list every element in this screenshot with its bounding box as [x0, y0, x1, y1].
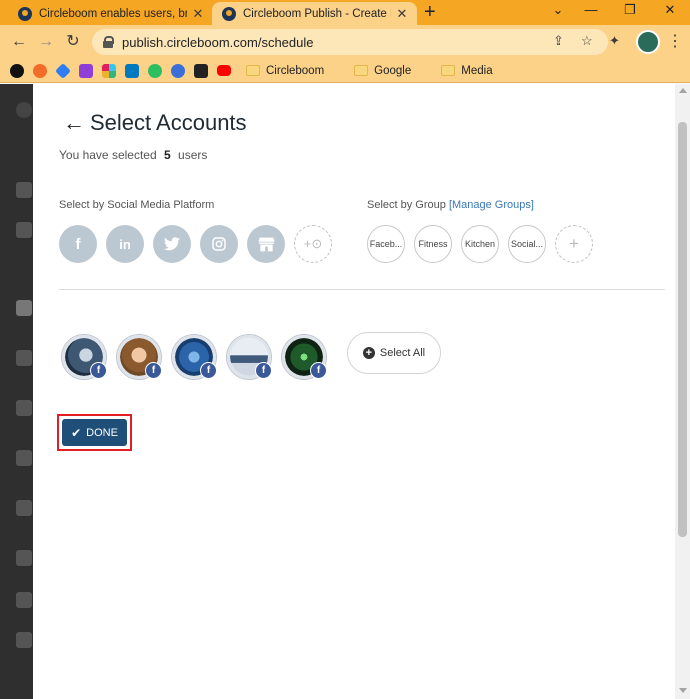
facebook-icon[interactable]: f — [59, 225, 97, 263]
instagram-icon[interactable] — [200, 225, 238, 263]
facebook-badge-icon: f — [145, 362, 162, 379]
circleboom-favicon-icon — [18, 6, 32, 21]
selected-count: 5 — [163, 148, 171, 162]
close-tab-icon[interactable]: ✕ — [395, 6, 409, 22]
chrome-menu-icon[interactable]: ⋮ — [667, 31, 683, 53]
sidebar-settings-icon[interactable] — [16, 550, 32, 566]
bookmark-folder-circleboom[interactable]: Circleboom — [246, 65, 324, 77]
share-icon[interactable]: ⇪ — [553, 33, 564, 49]
section-divider — [59, 289, 665, 290]
app-sidebar — [0, 84, 33, 699]
select-all-button[interactable]: + Select All — [347, 332, 441, 374]
group-facebook[interactable]: Faceb... — [367, 225, 405, 263]
linkedin-icon[interactable]: in — [106, 225, 144, 263]
facebook-badge-icon: f — [255, 362, 272, 379]
bookmark-diamond-icon[interactable] — [55, 62, 71, 79]
bookmark-s-icon[interactable] — [194, 63, 208, 78]
manage-groups-link[interactable]: [Manage Groups] — [449, 199, 534, 211]
select-accounts-modal — [33, 84, 675, 699]
bookmark-trello-icon[interactable] — [125, 63, 139, 78]
sidebar-edit-icon[interactable] — [16, 300, 32, 316]
sidebar-gear-icon[interactable] — [16, 222, 32, 238]
sidebar-power-icon[interactable] — [16, 632, 32, 648]
new-tab-button[interactable]: + — [424, 1, 436, 23]
bookmark-github-icon[interactable] — [10, 63, 24, 78]
sidebar-link-icon[interactable] — [16, 500, 32, 516]
minimize-window-icon[interactable]: — — [571, 0, 611, 22]
selected-count-text: You have selected 5 users — [59, 148, 208, 162]
restore-window-icon[interactable]: ❐ — [610, 0, 650, 22]
profile-avatar[interactable] — [636, 30, 660, 54]
bookmark-youtube-icon[interactable] — [217, 65, 231, 76]
address-bar[interactable]: publish.circleboom.com/schedule — [92, 29, 608, 55]
sidebar-dashboard-icon[interactable] — [16, 182, 32, 198]
facebook-badge-icon: f — [90, 362, 107, 379]
group-kitchen[interactable]: Kitchen — [461, 225, 499, 263]
bookmark-star-icon[interactable]: ☆ — [581, 33, 593, 49]
back-arrow-icon[interactable]: ← — [63, 112, 85, 134]
modal-scrollbar[interactable] — [675, 84, 690, 699]
bookmarks-bar: Circleboom Google Media — [0, 59, 690, 83]
group-fitness[interactable]: Fitness — [414, 225, 452, 263]
lock-icon — [102, 36, 114, 48]
group-social[interactable]: Social... — [508, 225, 546, 263]
bookmark-evernote-icon[interactable] — [148, 63, 162, 78]
bookmark-slack-icon[interactable] — [102, 63, 116, 78]
sidebar-rss-icon[interactable] — [16, 400, 32, 416]
bookmark-folder-media[interactable]: Media — [441, 65, 493, 77]
bookmark-purple-icon[interactable] — [79, 63, 93, 78]
folder-icon — [441, 65, 456, 76]
sidebar-calendar-icon[interactable] — [16, 350, 32, 366]
browser-tab-strip: Circleboom enables users, brand ✕ Circle… — [0, 0, 690, 25]
group-section-label: Select by Group [Manage Groups] — [367, 199, 534, 211]
folder-icon — [354, 65, 369, 76]
bookmark-app-icon[interactable] — [33, 63, 47, 78]
platform-section-label: Select by Social Media Platform — [59, 199, 215, 211]
forward-arrow-icon[interactable]: → — [35, 31, 57, 53]
facebook-badge-icon: f — [200, 362, 217, 379]
checkmark-icon: ✔ — [71, 425, 82, 440]
app-logo-icon — [16, 102, 32, 118]
add-pinterest-icon[interactable]: +⊙ — [294, 225, 332, 263]
browser-tab-circleboom-publish[interactable]: Circleboom Publish - Create New ✕ — [212, 2, 417, 25]
scroll-up-arrow-icon[interactable] — [679, 88, 687, 93]
close-tab-icon[interactable]: ✕ — [191, 6, 205, 22]
back-arrow-icon[interactable]: ← — [8, 31, 30, 53]
facebook-badge-icon: f — [310, 362, 327, 379]
tab-title: Circleboom Publish - Create New — [243, 7, 391, 20]
plus-circle-icon: + — [362, 347, 375, 359]
scrollbar-thumb[interactable] — [678, 122, 687, 537]
browser-tab-circleboom-home[interactable]: Circleboom enables users, brand ✕ — [8, 2, 213, 25]
google-business-icon[interactable] — [247, 225, 285, 263]
scroll-down-arrow-icon[interactable] — [679, 688, 687, 693]
browser-toolbar: ← → ↻ publish.circleboom.com/schedule ⇪ … — [0, 25, 690, 59]
extensions-puzzle-icon[interactable]: ✦ — [609, 33, 620, 49]
sidebar-help-icon[interactable] — [16, 592, 32, 608]
bookmark-circle-icon[interactable] — [171, 63, 185, 78]
add-group-icon[interactable]: + — [555, 225, 593, 263]
url-text: publish.circleboom.com/schedule — [122, 34, 314, 50]
bookmark-folder-google[interactable]: Google — [354, 65, 411, 77]
tab-title: Circleboom enables users, brand — [39, 7, 187, 20]
reload-icon[interactable]: ↻ — [62, 31, 84, 53]
folder-icon — [246, 65, 260, 76]
sidebar-refresh-icon[interactable] — [16, 450, 32, 466]
twitter-icon[interactable] — [153, 225, 191, 263]
page-title: Select Accounts — [90, 110, 247, 135]
done-button[interactable]: ✔ DONE — [62, 419, 127, 446]
close-window-icon[interactable]: ✕ — [650, 0, 690, 22]
circleboom-favicon-icon — [222, 6, 236, 21]
